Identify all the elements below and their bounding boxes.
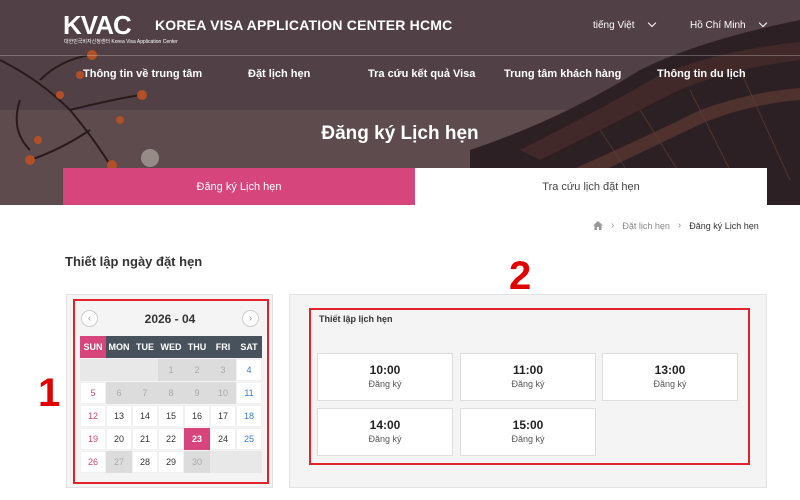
kvac-logo[interactable]: KVAC 대한민국비자신청센터 Korea Visa Application C… [63, 10, 178, 50]
calendar-day[interactable]: 13 [106, 405, 132, 427]
time-slot-time: 11:00 [512, 363, 544, 377]
breadcrumb-separator-icon: › [611, 220, 615, 231]
weekday-header: TUE [132, 336, 158, 358]
calendar-day[interactable]: 14 [132, 405, 158, 427]
site-title: KOREA VISA APPLICATION CENTER HCMC [155, 17, 453, 33]
chevron-down-icon [758, 18, 767, 28]
calendar-day: 9 [184, 382, 210, 404]
calendar-day: 2 [184, 359, 210, 381]
time-slot-time: 13:00 [654, 363, 686, 377]
nav-item-about[interactable]: Thông tin về trung tâm [83, 68, 202, 80]
calendar-day[interactable]: 26 [80, 451, 106, 473]
calendar-day[interactable]: 15 [158, 405, 184, 427]
calendar-grid: SUN MON TUE WED THU FRI SAT 1 2 3 4 5 6 7 8 9 10 11 12 13 14… [80, 336, 262, 473]
header-divider [0, 55, 800, 56]
time-slot-title: Thiết lập lịch hẹn [319, 314, 393, 324]
calendar-day-empty [132, 359, 158, 381]
time-slot-time: 15:00 [512, 418, 544, 432]
time-slot-button[interactable]: 14:00 Đăng ký [317, 408, 453, 456]
nav-item-visa-result[interactable]: Tra cứu kết quả Visa [368, 68, 475, 80]
calendar-day: 27 [106, 451, 132, 473]
calendar-header: ‹ 2026 - 04 › [79, 309, 261, 331]
calendar-day-empty [210, 451, 236, 473]
nav-item-customer-center[interactable]: Trung tâm khách hàng [504, 68, 621, 80]
next-month-icon[interactable]: › [242, 310, 259, 327]
time-slot-label: Đăng ký [368, 379, 402, 389]
nav-item-appointment[interactable]: Đặt lịch hẹn [248, 68, 310, 80]
calendar-day[interactable]: 5 [80, 382, 106, 404]
time-slot-label: Đăng ký [511, 434, 545, 444]
calendar-day: 1 [158, 359, 184, 381]
language-select-value: tiếng Việt [593, 20, 635, 31]
weekday-header: FRI [210, 336, 236, 358]
time-slot-button[interactable]: 13:00 Đăng ký [602, 353, 738, 401]
chevron-down-icon [647, 18, 656, 28]
calendar-day[interactable]: 18 [236, 405, 262, 427]
calendar-day: 8 [158, 382, 184, 404]
calendar-day[interactable]: 22 [158, 428, 184, 450]
calendar-day[interactable]: 21 [132, 428, 158, 450]
breadcrumb: › Đặt lịch hẹn › Đăng ký Lịch hẹn [593, 220, 759, 231]
time-slot-time: 14:00 [369, 418, 401, 432]
time-slot-time: 10:00 [369, 363, 401, 377]
section-title: Thiết lập ngày đặt hẹn [65, 254, 203, 269]
weekday-header: WED [158, 336, 184, 358]
tab-lookup-appointment[interactable]: Tra cứu lịch đặt hẹn [415, 168, 767, 205]
calendar-day[interactable]: 11 [236, 382, 262, 404]
calendar-day: 30 [184, 451, 210, 473]
calendar-day-selected[interactable]: 23 [184, 428, 210, 450]
weekday-header: MON [106, 336, 132, 358]
calendar-day[interactable]: 16 [184, 405, 210, 427]
calendar-day[interactable]: 25 [236, 428, 262, 450]
time-slot-button[interactable]: 15:00 Đăng ký [460, 408, 596, 456]
home-icon[interactable] [593, 221, 603, 230]
annotation-number-2: 2 [509, 254, 532, 298]
breadcrumb-item-current: Đăng ký Lịch hẹn [689, 220, 759, 231]
calendar-day-empty [80, 359, 106, 381]
logo-subtitle: 대한민국비자신청센터 Korea Visa Application Center [64, 39, 178, 45]
language-select[interactable]: tiếng Việt [593, 18, 656, 31]
main-nav: Thông tin về trung tâm Đặt lịch hẹn Tra … [0, 68, 800, 90]
calendar-day[interactable]: 28 [132, 451, 158, 473]
calendar-day[interactable]: 4 [236, 359, 262, 381]
calendar-day[interactable]: 24 [210, 428, 236, 450]
city-select[interactable]: Hồ Chí Minh [690, 18, 767, 31]
calendar-month-label: 2026 - 04 [144, 312, 196, 326]
calendar-day-empty [106, 359, 132, 381]
calendar-day[interactable]: 17 [210, 405, 236, 427]
calendar-day: 10 [210, 382, 236, 404]
city-select-value: Hồ Chí Minh [690, 20, 746, 31]
calendar-day: 3 [210, 359, 236, 381]
time-slot-label: Đăng ký [511, 379, 545, 389]
time-slot-label: Đăng ký [368, 434, 402, 444]
breadcrumb-separator-icon: › [677, 220, 682, 231]
calendar-day[interactable]: 20 [106, 428, 132, 450]
calendar-day[interactable]: 19 [80, 428, 106, 450]
nav-item-travel-info[interactable]: Thông tin du lịch [657, 68, 746, 80]
calendar-day[interactable]: 12 [80, 405, 106, 427]
time-slot-label: Đăng ký [653, 379, 687, 389]
time-slot-button[interactable]: 11:00 Đăng ký [460, 353, 596, 401]
weekday-header: SUN [80, 336, 106, 358]
logo-wordmark: KVAC [63, 10, 132, 40]
annotation-number-1: 1 [38, 371, 61, 415]
tab-register-appointment[interactable]: Đăng ký Lịch hẹn [63, 168, 415, 205]
time-slot-button[interactable]: 10:00 Đăng ký [317, 353, 453, 401]
breadcrumb-item-appointment[interactable]: Đặt lịch hẹn [622, 221, 670, 231]
weekday-header: SAT [236, 336, 262, 358]
calendar-day[interactable]: 29 [158, 451, 184, 473]
calendar-day: 7 [132, 382, 158, 404]
weekday-header: THU [184, 336, 210, 358]
calendar-day-empty [236, 451, 262, 473]
calendar-day: 6 [106, 382, 132, 404]
page-title: Đăng ký Lịch hẹn [321, 123, 479, 144]
